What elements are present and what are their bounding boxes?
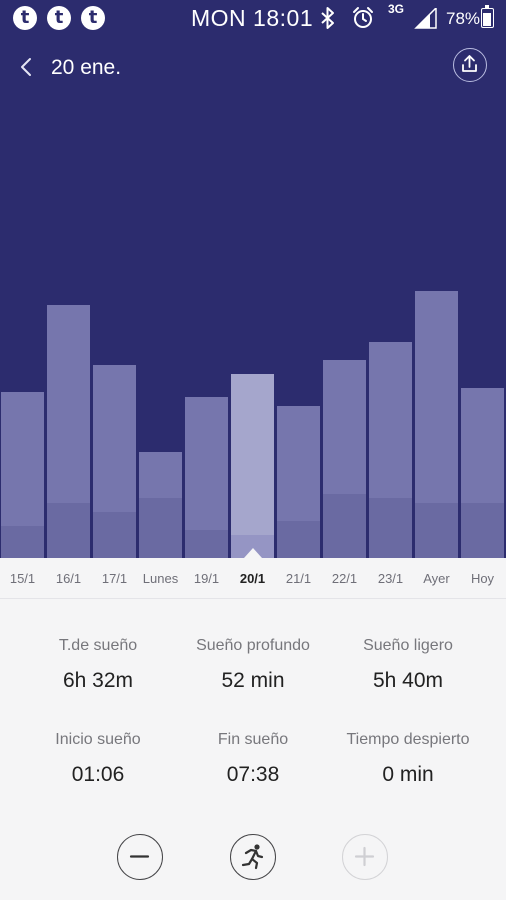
notification-app-icon: t <box>13 6 37 30</box>
tick-label[interactable]: 23/1 <box>378 571 403 586</box>
stat-value: 6h 32m <box>62 669 134 692</box>
tick-label[interactable]: 15/1 <box>10 571 35 586</box>
stat-total-sleep: T.de sueño 6h 32m <box>14 637 182 693</box>
alarm-icon <box>353 7 373 28</box>
stat-value: 52 min <box>221 669 285 692</box>
stat-label: Fin sueño <box>217 731 289 748</box>
notification-app-icon: t <box>81 6 105 30</box>
sleep-bar-chart[interactable] <box>0 98 506 558</box>
chart-bar-22-1[interactable] <box>323 360 366 558</box>
upload-icon <box>462 55 477 72</box>
stat-light-sleep: Sueño ligero 5h 40m <box>324 637 492 693</box>
tick-label[interactable]: 22/1 <box>332 571 357 586</box>
chart-bar-21-1[interactable] <box>277 406 320 558</box>
deep-sleep-segment <box>139 498 182 558</box>
deep-sleep-segment <box>1 526 44 558</box>
stat-label: T.de sueño <box>58 637 138 654</box>
stat-label: Sueño profundo <box>196 637 310 654</box>
sleep-stats: T.de sueño 6h 32m Sueño profundo 52 min … <box>0 598 506 817</box>
stat-label: Tiempo despierto <box>346 731 470 748</box>
battery-icon <box>481 5 494 28</box>
selected-day-pointer <box>244 548 262 558</box>
stat-deep-sleep: Sueño profundo 52 min <box>169 637 337 693</box>
chart-bar-Lunes[interactable] <box>139 452 182 558</box>
chart-bar-16-1[interactable] <box>47 305 90 558</box>
stat-sleep-end: Fin sueño 07:38 <box>169 731 337 787</box>
chart-bar-19-1[interactable] <box>185 397 228 558</box>
tick-label[interactable]: 20/1 <box>240 571 265 586</box>
deep-sleep-segment <box>461 503 504 558</box>
chart-bar-20-1[interactable] <box>231 374 274 558</box>
stat-label: Sueño ligero <box>363 637 453 654</box>
stat-value: 01:06 <box>71 763 125 786</box>
stat-sleep-start: Inicio sueño 01:06 <box>14 731 182 787</box>
running-person-icon <box>241 844 264 870</box>
notification-app-icon: t <box>47 6 71 30</box>
tick-label[interactable]: 16/1 <box>56 571 81 586</box>
deep-sleep-segment <box>369 498 412 558</box>
top-bar: 20 ene. <box>0 36 506 99</box>
deep-sleep-segment <box>185 530 228 558</box>
stat-label: Inicio sueño <box>55 731 141 748</box>
tick-label[interactable]: Hoy <box>471 571 494 586</box>
page-title: 20 ene. <box>51 56 122 79</box>
chart-bar-15-1[interactable] <box>1 392 44 558</box>
activity-button[interactable] <box>230 834 276 880</box>
minus-button[interactable] <box>117 834 163 880</box>
chart-bar-Ayer[interactable] <box>415 291 458 558</box>
stat-value: 5h 40m <box>372 669 444 692</box>
stat-value: 07:38 <box>226 763 280 786</box>
tick-label[interactable]: 19/1 <box>194 571 219 586</box>
tick-label[interactable]: Lunes <box>143 571 178 586</box>
deep-sleep-segment <box>47 503 90 558</box>
battery-percent: 78% <box>446 9 481 28</box>
deep-sleep-segment <box>93 512 136 558</box>
status-bar: t t t MON 18:01 3G 78% <box>0 0 506 36</box>
chart-bar-Hoy[interactable] <box>461 388 504 558</box>
bottom-controls <box>0 816 506 900</box>
tick-label[interactable]: Ayer <box>423 571 450 586</box>
signal-icon <box>414 8 437 29</box>
stat-awake-time: Tiempo despierto 0 min <box>324 731 492 787</box>
tick-label[interactable]: 21/1 <box>286 571 311 586</box>
back-button[interactable] <box>16 56 36 78</box>
day-axis: 15/1 16/1 17/1 Lunes 19/1 20/1 21/1 22/1 23/1 Aye… <box>0 558 506 598</box>
bluetooth-icon <box>321 7 334 29</box>
deep-sleep-segment <box>415 503 458 558</box>
status-time: MON 18:01 <box>191 5 314 31</box>
share-button[interactable] <box>453 48 487 82</box>
deep-sleep-segment <box>323 494 366 558</box>
network-type: 3G <box>388 2 405 16</box>
plus-button[interactable] <box>342 834 388 880</box>
stat-value: 0 min <box>382 763 434 786</box>
tick-label[interactable]: 17/1 <box>102 571 127 586</box>
plus-icon <box>354 846 375 867</box>
deep-sleep-segment <box>277 521 320 558</box>
chart-bar-17-1[interactable] <box>93 365 136 558</box>
chart-bar-23-1[interactable] <box>369 342 412 558</box>
minus-icon <box>129 855 150 858</box>
